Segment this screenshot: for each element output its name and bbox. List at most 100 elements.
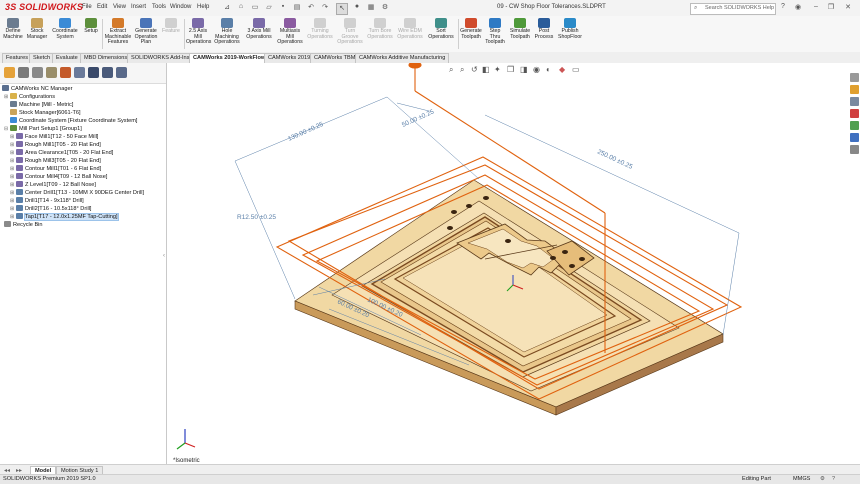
generate-toolpath-button[interactable]: Generate Toolpath: [460, 18, 482, 40]
tab-camworks-workflow[interactable]: CAMWorks 2019-WorkFlow: [189, 53, 270, 63]
dimension-text[interactable]: 250.00 ±0.25: [596, 148, 634, 171]
tree-item[interactable]: ⊞ Rough Mill1[T05 - 20 Flat End]: [10, 141, 101, 148]
post-process-button[interactable]: Post Process: [534, 18, 554, 40]
mill-3axis-button[interactable]: 3 Axis Mill Operations: [244, 18, 274, 40]
tab-additive[interactable]: CAMWorks Additive Manufacturing: [355, 53, 450, 63]
scroll-right-icon[interactable]: ▸▸: [16, 467, 22, 474]
camworks-tool-icon[interactable]: [102, 67, 113, 78]
tree-item[interactable]: ⊞ Drill2[T16 - 10.5x118° Drill]: [10, 205, 91, 212]
tab-features[interactable]: Features: [2, 53, 33, 63]
tree-item[interactable]: ⊟ Mill Part Setup1 [Group1]: [4, 125, 82, 132]
feature-manager-icon[interactable]: [4, 67, 15, 78]
new-file-icon[interactable]: ▭: [250, 3, 260, 13]
simulate-toolpath-button[interactable]: Simulate Toolpath: [508, 18, 532, 40]
tree-root[interactable]: CAMWorks NC Manager: [2, 85, 72, 92]
dimxpert-icon[interactable]: [46, 67, 57, 78]
solidworks-logo: 3S SOLIDWORKS: [5, 2, 84, 12]
turn-groove-button[interactable]: Turn Groove Operations: [336, 18, 364, 46]
tree-item[interactable]: ⊞ Area Clearance1[T05 - 20 Flat End]: [10, 149, 113, 156]
tab-evaluate[interactable]: Evaluate: [52, 53, 82, 63]
dimension-text[interactable]: R12.50 ±0.25: [237, 214, 276, 221]
display-manager-icon[interactable]: [60, 67, 71, 78]
feature-button[interactable]: Feature: [160, 18, 182, 35]
undo-icon[interactable]: ↶: [306, 3, 316, 13]
tree-item[interactable]: Coordinate System [Fixture Coordinate Sy…: [10, 117, 137, 124]
minimize-icon[interactable]: –: [811, 3, 821, 13]
menu-help[interactable]: Help: [197, 4, 209, 10]
menu-edit[interactable]: Edit: [97, 4, 107, 10]
select-icon[interactable]: ↖: [336, 3, 348, 15]
turning-button[interactable]: Turning Operations: [306, 18, 334, 40]
tab-sketch[interactable]: Sketch: [29, 53, 55, 63]
define-machine-button[interactable]: Define Machine: [2, 18, 24, 40]
tab-mbd-dimensions[interactable]: MBD Dimensions: [80, 53, 132, 63]
scroll-left-icon[interactable]: ◂◂: [4, 467, 10, 474]
stock-manager-button[interactable]: Stock Manager: [26, 18, 48, 40]
view-triad: [176, 429, 196, 450]
save-icon[interactable]: ▪: [278, 3, 288, 13]
tree-item[interactable]: ⊞ Configurations: [4, 93, 55, 100]
redo-icon[interactable]: ↷: [320, 3, 330, 13]
dimension-text[interactable]: 50.00 ±0.25: [401, 108, 436, 128]
pin-icon[interactable]: ⊿: [222, 3, 232, 13]
file-properties-icon[interactable]: ▦: [366, 3, 376, 13]
tab-camworks-tbm[interactable]: CAMWorks TBM: [310, 53, 360, 63]
turn-bore-button[interactable]: Turn Bore Operations: [366, 18, 394, 40]
tree-item[interactable]: ⊞ Contour Mill4[T09 - 12 Ball Nose]: [10, 173, 107, 180]
property-manager-icon[interactable]: [18, 67, 29, 78]
close-icon[interactable]: ✕: [843, 3, 853, 13]
groove-icon: [344, 18, 356, 28]
graphics-area[interactable]: ⌕ ⌕ ↺ ◧ ✦ ❒ ◨ ◉ ◐ ◆ ▭ 130.00 ±0.25 50.00…: [167, 63, 860, 464]
print-icon[interactable]: ▤: [292, 3, 302, 13]
search-input[interactable]: ⌕ Search SOLIDWORKS Help: [690, 3, 776, 15]
tree-item-selected[interactable]: ⊞ Tap1[T17 - 12.0x1.25MF Tap-Cutting]: [10, 213, 119, 221]
open-file-icon[interactable]: ▱: [264, 3, 274, 13]
menu-view[interactable]: View: [113, 4, 126, 10]
camworks-nc-icon[interactable]: [116, 67, 127, 78]
units-text[interactable]: MMGS: [793, 476, 810, 482]
tree-item[interactable]: Stock Manager[6061-T6]: [10, 109, 81, 116]
search-icon: ⌕: [694, 5, 698, 11]
tree-item[interactable]: ⊞ Center Drill1[T13 - 10MM X 90DEG Center…: [10, 189, 144, 196]
tab-camworks-2019[interactable]: CAMWorks 2019: [264, 53, 315, 63]
camworks-operation-icon[interactable]: [88, 67, 99, 78]
restore-icon[interactable]: ❐: [826, 3, 836, 13]
tree-item[interactable]: Machine [Mill - Metric]: [10, 101, 73, 108]
tree-item[interactable]: ⊞ Face Mill1[T12 - 50 Face Mill]: [10, 133, 98, 140]
generate-plan-button[interactable]: Generate Operation Plan: [134, 18, 158, 46]
wire-edm-button[interactable]: Wire EDM Operations: [396, 18, 424, 40]
operation-icon: [16, 181, 23, 187]
tree-item[interactable]: ⊞ Contour Mill1[T01 - 6 Flat End]: [10, 165, 101, 172]
menu-window[interactable]: Window: [170, 4, 191, 10]
tool-start-marker: [408, 63, 422, 69]
camworks-feature-icon[interactable]: [74, 67, 85, 78]
help-status-icon[interactable]: ?: [832, 476, 835, 482]
setup-button[interactable]: Setup: [82, 18, 100, 35]
help-icon[interactable]: ?: [778, 3, 788, 13]
tree-item[interactable]: ⊞ Drill1[T14 - 9x118° Drill]: [10, 197, 84, 204]
configuration-manager-icon[interactable]: [32, 67, 43, 78]
user-icon[interactable]: ◉: [793, 3, 803, 13]
hole-machining-button[interactable]: Hole Machining Operations: [212, 18, 242, 46]
multiaxis-button[interactable]: Multiaxis Mill Operations: [276, 18, 304, 46]
menu-insert[interactable]: Insert: [131, 4, 146, 10]
tree-item[interactable]: Recycle Bin: [4, 221, 43, 228]
sort-operations-button[interactable]: Sort Operations: [426, 18, 456, 40]
mill-25axis-button[interactable]: 2.5 Axis Mill Operations: [186, 18, 211, 46]
step-thru-toolpath-button[interactable]: Step Thru Toolpath: [484, 18, 506, 46]
hole: [562, 250, 568, 254]
settings-icon[interactable]: ⚙: [820, 476, 825, 482]
menu-file[interactable]: File: [82, 4, 92, 10]
coordinate-system-button[interactable]: Coordinate System: [50, 18, 80, 40]
tree-item[interactable]: ⊞ Z Level1[T09 - 12 Ball Nose]: [10, 181, 96, 188]
dimension-text[interactable]: 130.00 ±0.25: [287, 121, 325, 143]
rebuild-icon[interactable]: ●: [352, 3, 362, 13]
home-icon[interactable]: ⌂: [236, 3, 246, 13]
options-icon[interactable]: ⚙: [380, 3, 390, 13]
publish-shopfloor-button[interactable]: Publish ShopFloor: [556, 18, 584, 40]
hole: [579, 257, 585, 261]
extract-features-button[interactable]: Extract Machinable Features: [104, 18, 132, 46]
tree-item[interactable]: ⊞ Rough Mill3[T05 - 20 Flat End]: [10, 157, 101, 164]
tab-addins[interactable]: SOLIDWORKS Add-Ins: [127, 53, 194, 63]
menu-tools[interactable]: Tools: [152, 4, 166, 10]
